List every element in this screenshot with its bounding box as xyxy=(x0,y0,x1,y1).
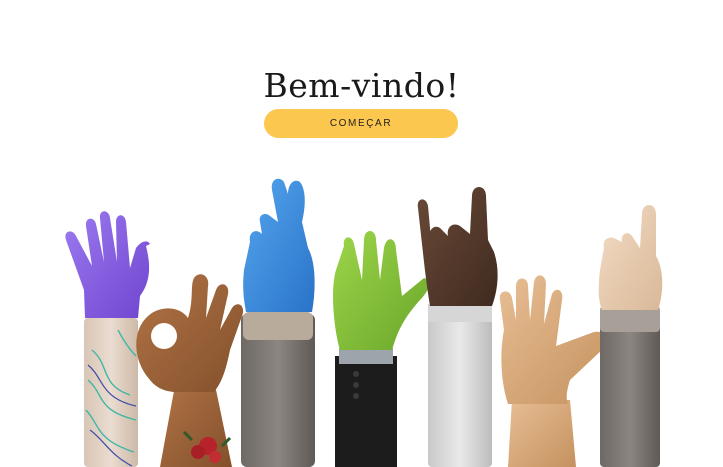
tan-open-hand xyxy=(499,275,608,467)
welcome-title: Bem-vindo! xyxy=(263,66,460,106)
start-button[interactable]: COMEÇAR xyxy=(264,109,458,138)
raised-hands-illustration xyxy=(65,178,663,467)
green-glove-hand xyxy=(333,231,429,467)
light-pointing-hand xyxy=(598,205,663,467)
brown-ok-hand xyxy=(136,274,244,467)
dark-rock-hand xyxy=(417,187,498,467)
blue-glove-crossed-fingers xyxy=(241,178,315,467)
welcome-screen: Bem-vindo! COMEÇAR xyxy=(0,0,723,467)
